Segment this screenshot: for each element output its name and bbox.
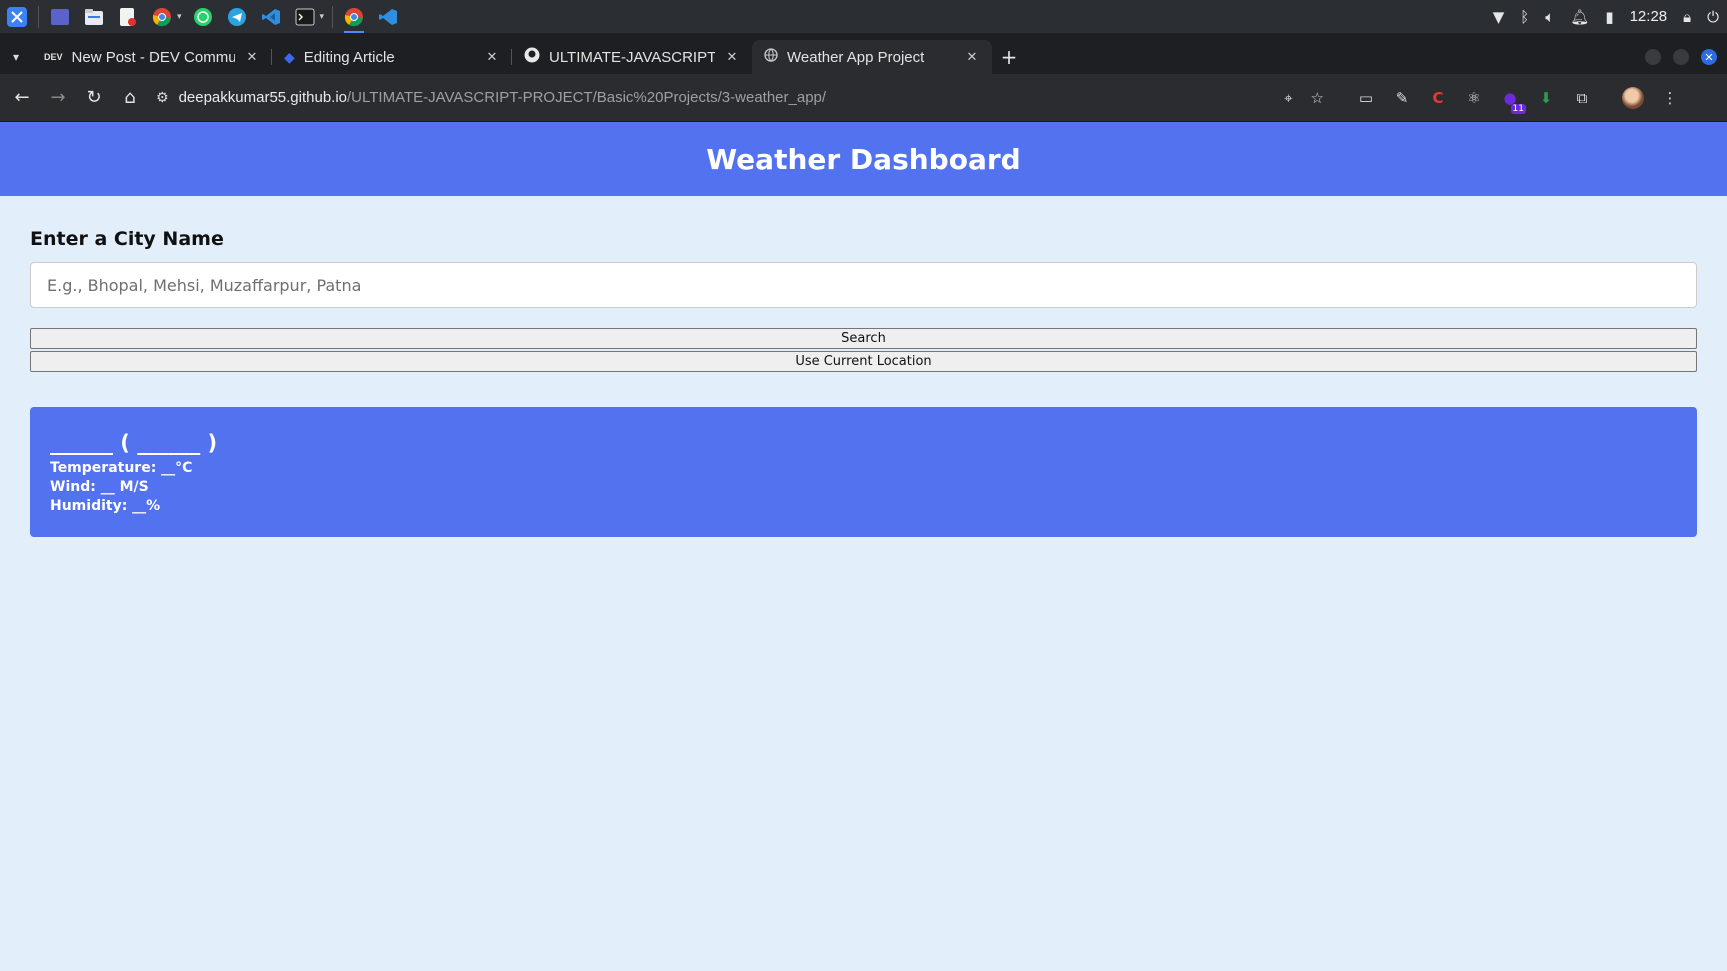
close-icon[interactable]: ✕ [484,49,500,65]
tab-search-dropdown[interactable]: ▾ [0,40,32,74]
close-icon[interactable]: ✕ [724,49,740,65]
lock-icon[interactable]: 🔒︎ [1683,8,1691,26]
extensions-puzzle-icon[interactable]: ⧉ [1572,88,1592,108]
window-close-button[interactable]: ✕ [1701,49,1717,65]
humidity-text: Humidity: __% [50,498,161,514]
dev-favicon-icon: DEV [44,52,63,62]
tab-label: New Post - DEV Commu [71,48,235,66]
use-current-location-button[interactable]: Use Current Location [30,351,1697,372]
maximize-button[interactable] [1673,49,1689,65]
browser-toolbar: ← → ↻ ⌂ ⚙ deepakkumar55.github.io/ULTIMA… [0,74,1727,122]
hashnode-favicon-icon: ◆ [284,48,295,65]
current-weather-card: ______ ( ______ ) Temperature: __°C Wind… [30,407,1697,537]
tab-label: Editing Article [303,48,395,66]
url-path: /ULTIMATE-JAVASCRIPT-PROJECT/Basic%20Pro… [347,89,827,106]
temperature-text: Temperature: __°C [50,460,193,476]
url-text[interactable]: deepakkumar55.github.io/ULTIMATE-JAVASCR… [179,89,827,106]
clock[interactable]: 12:28 [1630,8,1668,25]
taskbar-separator [332,5,334,28]
home-button[interactable]: ⌂ [112,80,148,116]
power-icon[interactable]: ⏻ [1707,8,1719,26]
chevron-down-icon[interactable]: ▾ [320,12,325,22]
url-host: deepakkumar55.github.io [178,89,348,106]
address-bar[interactable]: ⚙ deepakkumar55.github.io/ULTIMATE-JAVAS… [148,80,1348,116]
close-icon[interactable]: ✕ [244,49,260,65]
search-button[interactable]: Search [30,328,1697,349]
bluetooth-icon[interactable]: ᛒ [1520,8,1529,26]
page-title: Weather Dashboard [706,142,1021,176]
chrome-icon[interactable] [149,4,175,30]
extension-badge-icon[interactable]: ● 11 [1500,88,1526,114]
wind-text: Wind: __ M/S [50,479,149,495]
color-picker-icon[interactable]: ✎ [1392,88,1412,108]
weather-city-date: ______ ( ______ ) [50,431,218,455]
site-info-icon[interactable]: ⚙ [156,90,169,106]
volume-icon[interactable]: 🔈︎ [1545,8,1554,26]
reload-button[interactable]: ↻ [76,80,112,116]
city-input-label: Enter a City Name [30,228,224,250]
extension-badge-count: 11 [1510,103,1526,114]
city-search-input[interactable] [30,262,1697,308]
os-taskbar: ▾ ▾ ▼ ᛒ 🔈︎ 🔔︎ ▮ 12:28 🔒︎ ⏻ [0,0,1727,33]
back-button[interactable]: ← [4,80,40,116]
profile-avatar[interactable] [1622,86,1644,109]
wifi-icon[interactable]: ▼ [1493,8,1505,26]
download-extension-icon[interactable]: ⬇ [1536,88,1556,108]
tab-editing-article[interactable]: ◆ Editing Article ✕ [272,40,512,74]
battery-icon[interactable]: ▮ [1605,8,1613,26]
page-content: Enter a City Name Search Use Current Loc… [0,228,1727,537]
extension-c-icon[interactable]: C [1428,88,1448,108]
tab-weather-app[interactable]: Weather App Project ✕ [752,40,992,74]
web-page: Weather Dashboard Enter a City Name Sear… [0,122,1727,971]
terminal-icon[interactable] [292,4,318,30]
forward-button[interactable]: → [40,80,76,116]
file-manager-icon[interactable] [81,4,107,30]
vscode-icon[interactable] [375,4,401,30]
vscode-icon[interactable] [258,4,284,30]
browser-tab-strip: ▾ DEV New Post - DEV Commu ✕ ◆ Editing A… [0,33,1727,74]
github-favicon-icon [524,47,540,67]
react-devtools-icon[interactable]: ⚛ [1464,88,1484,108]
taskbar-separator [38,5,39,28]
location-pin-icon[interactable]: ⌖ [1284,89,1292,107]
chevron-down-icon[interactable]: ▾ [177,12,182,22]
new-tab-button[interactable]: + [992,40,1026,74]
tab-label: ULTIMATE-JAVASCRIPT- [549,48,715,66]
reader-mode-icon[interactable]: ▭ [1356,88,1376,108]
text-editor-icon[interactable] [115,4,141,30]
tab-dev-new-post[interactable]: DEV New Post - DEV Commu ✕ [32,40,272,74]
tab-github-repo[interactable]: ULTIMATE-JAVASCRIPT- ✕ [512,40,752,74]
page-header: Weather Dashboard [0,122,1727,196]
close-icon[interactable]: ✕ [964,49,980,65]
desktop-pager-icon[interactable] [47,4,73,30]
chrome-icon[interactable] [341,4,367,33]
telegram-icon[interactable] [224,4,250,30]
whatsapp-icon[interactable] [190,4,216,30]
globe-icon [764,48,778,66]
kde-launcher-icon[interactable] [4,4,30,30]
tab-label: Weather App Project [787,48,925,66]
kebab-menu-icon[interactable]: ⋮ [1660,88,1680,108]
bookmark-star-icon[interactable]: ☆ [1311,89,1324,107]
notification-bell-icon[interactable]: 🔔︎ [1570,8,1589,26]
minimize-button[interactable] [1645,49,1661,65]
